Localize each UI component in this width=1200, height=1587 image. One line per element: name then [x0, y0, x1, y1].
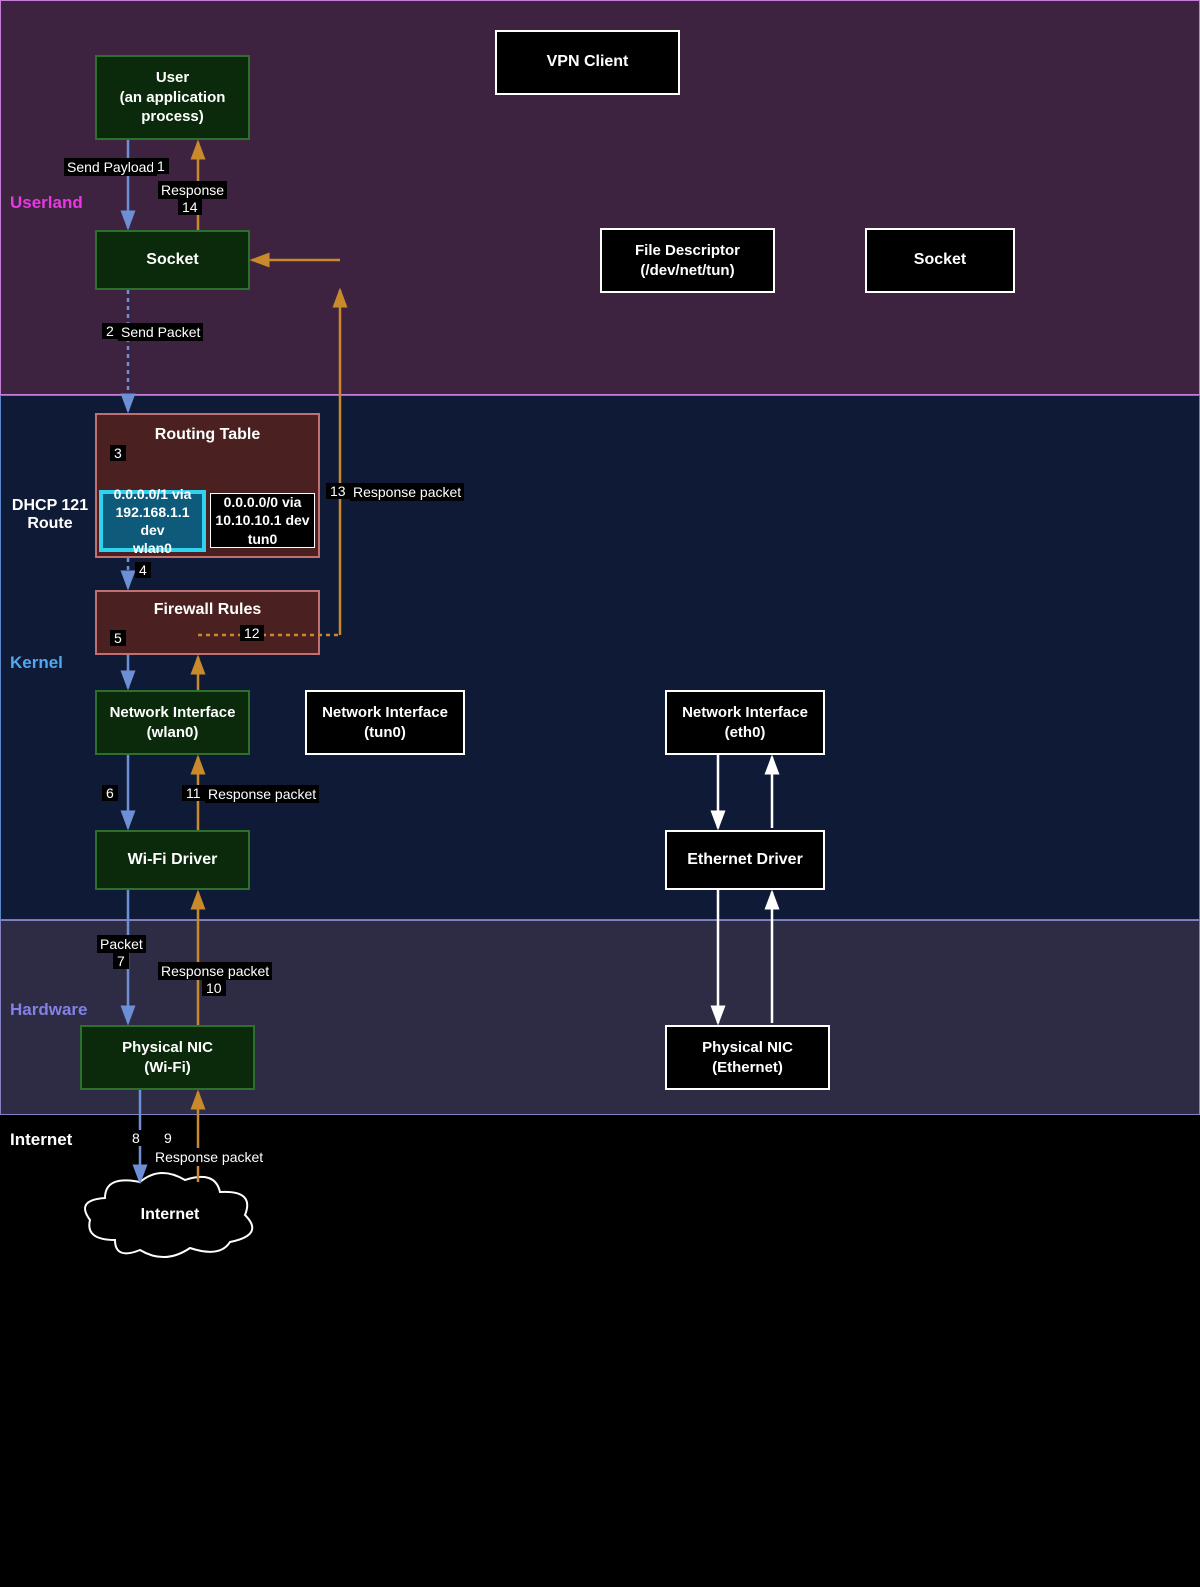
file-descriptor-box: File Descriptor(/dev/net/tun) — [600, 228, 775, 293]
wifi-driver-box: Wi-Fi Driver — [95, 830, 250, 890]
route-active-box: 0.0.0.0/1 via192.168.1.1 devwlan0 — [99, 490, 206, 552]
label-resp-9: Response packet — [152, 1148, 266, 1166]
step-5: 5 — [110, 630, 126, 646]
step-13: 13 — [326, 483, 350, 499]
route-inactive-box: 0.0.0.0/0 via10.10.10.1 devtun0 — [210, 493, 315, 548]
step-1: 1 — [153, 158, 169, 174]
step-2: 2 — [102, 323, 118, 339]
label-send-packet: Send Packet — [118, 323, 203, 341]
step-4: 4 — [135, 562, 151, 578]
socket-right-box: Socket — [865, 228, 1015, 293]
label-send-payload: Send Payload — [64, 158, 157, 176]
firewall-box: Firewall Rules — [95, 590, 320, 655]
step-10: 10 — [202, 980, 226, 996]
if-tun0-box: Network Interface(tun0) — [305, 690, 465, 755]
hardware-label: Hardware — [10, 1000, 87, 1020]
step-14: 14 — [178, 199, 202, 215]
socket-left-box: Socket — [95, 230, 250, 290]
label-resp-11: Response packet — [205, 785, 319, 803]
step-9: 9 — [160, 1130, 176, 1146]
internet-cloud-label: Internet — [141, 1206, 200, 1224]
if-eth0-box: Network Interface(eth0) — [665, 690, 825, 755]
step-12: 12 — [240, 625, 264, 641]
nic-eth-box: Physical NIC(Ethernet) — [665, 1025, 830, 1090]
userland-label: Userland — [10, 193, 83, 213]
step-3: 3 — [110, 445, 126, 461]
internet-cloud: Internet — [80, 1170, 260, 1260]
vpn-client-box: VPN Client — [495, 30, 680, 95]
step-6: 6 — [102, 785, 118, 801]
nic-wifi-box: Physical NIC(Wi-Fi) — [80, 1025, 255, 1090]
label-response: Response — [158, 181, 227, 199]
kernel-label: Kernel — [10, 653, 63, 673]
label-resp-10: Response packet — [158, 962, 272, 980]
step-11: 11 — [182, 785, 205, 801]
internet-label: Internet — [10, 1130, 72, 1150]
step-7: 7 — [113, 953, 129, 969]
label-packet-7: Packet — [97, 935, 146, 953]
firewall-label: Firewall Rules — [154, 600, 262, 621]
dhcp-side-label: DHCP 121Route — [10, 497, 90, 533]
label-resp-13: Response packet — [350, 483, 464, 501]
user-process-box: User(an applicationprocess) — [95, 55, 250, 140]
routing-table-label: Routing Table — [155, 425, 260, 446]
if-wlan0-box: Network Interface(wlan0) — [95, 690, 250, 755]
step-8: 8 — [128, 1130, 144, 1146]
eth-driver-box: Ethernet Driver — [665, 830, 825, 890]
